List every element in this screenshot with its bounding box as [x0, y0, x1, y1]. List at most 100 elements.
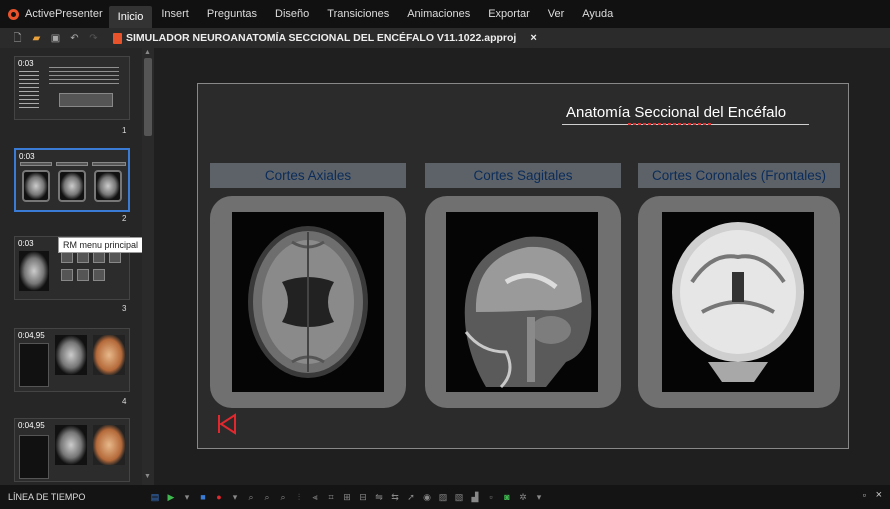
caption-icon[interactable]: ◙: [502, 492, 512, 502]
close-tab-icon[interactable]: ×: [530, 32, 536, 44]
slide-title[interactable]: Anatomía Seccional del Encéfalo: [566, 104, 786, 121]
crop-icon[interactable]: ⌗: [326, 492, 336, 502]
thumb-label: [92, 162, 126, 166]
document-tab-title: SIMULADOR NEUROANATOMÍA SECCIONAL DEL EN…: [126, 32, 517, 44]
more-dropdown-icon[interactable]: ▾: [534, 492, 544, 502]
label-cortes-coronales[interactable]: Cortes Coronales (Frontales): [638, 163, 840, 188]
marker-dropdown-icon[interactable]: ▾: [230, 492, 240, 502]
thumb-mini-button: [93, 269, 105, 281]
menu-insert[interactable]: Insert: [152, 0, 198, 28]
slide-number: 1: [122, 126, 127, 135]
cursor-icon[interactable]: ➚: [406, 492, 416, 502]
slide-thumbnail-1[interactable]: 0:03: [14, 56, 130, 120]
thumb-button: [59, 93, 113, 107]
zoom-out-icon[interactable]: ⌕: [278, 492, 288, 502]
zoom-fit-icon[interactable]: ⌕: [246, 492, 256, 502]
thumb-sagittal-image: [58, 170, 86, 202]
quick-access-toolbar: 🗋 ▰ ▣ ↶ ↷ SIMULADOR NEUROANATOMÍA SECCIO…: [0, 28, 890, 48]
label-cortes-sagitales[interactable]: Cortes Sagitales: [425, 163, 621, 188]
timeline-toolbar: ▤ ▶ ▾ ■ ● ▾ ⌕ ⌕ ⌕ ⫶ ⫷ ⌗ ⊞ ⊟ ⇋ ⇆ ➚ ◉ ▨ ▧ …: [150, 492, 550, 502]
document-tab[interactable]: SIMULADOR NEUROANATOMÍA SECCIONAL DEL EN…: [113, 32, 537, 44]
menu-exportar[interactable]: Exportar: [479, 0, 539, 28]
thumb-heading-block: [49, 67, 119, 87]
coronal-mri-image: [662, 212, 814, 392]
pin-panel-icon[interactable]: ▫: [863, 490, 866, 500]
activepresenter-logo-icon: [8, 8, 19, 20]
app-menu-button[interactable]: ActivePresenter: [0, 0, 109, 28]
redo-icon[interactable]: ↷: [88, 33, 99, 44]
thumb-sagittal-image: [19, 251, 49, 291]
zoom-in-icon[interactable]: ⌕: [262, 492, 272, 502]
timeline-bar: LÍNEA DE TIEMPO ▤ ▶ ▾ ■ ● ▾ ⌕ ⌕ ⌕ ⫶ ⫷ ⌗ …: [0, 485, 890, 509]
freeze-icon[interactable]: ⇆: [390, 492, 400, 502]
thumb-mini-button: [61, 269, 73, 281]
menu-transiciones[interactable]: Transiciones: [318, 0, 398, 28]
thumb-mini-button: [77, 269, 89, 281]
slide-number: 4: [122, 397, 127, 406]
menu-ver[interactable]: Ver: [539, 0, 574, 28]
fade-icon[interactable]: ▫: [486, 492, 496, 502]
thumb-axial-image: [22, 170, 50, 202]
axial-mri-image: [232, 212, 384, 392]
thumb-label: [56, 162, 88, 166]
slide-duration: 0:04,95: [18, 421, 45, 430]
thumb-label: [20, 162, 52, 166]
thumb-text-block: [19, 71, 39, 109]
slide-duration: 0:03: [18, 239, 34, 248]
sagittal-mri-image: [446, 212, 598, 392]
align-icon[interactable]: ⊟: [358, 492, 368, 502]
save-icon[interactable]: ▣: [50, 33, 61, 44]
spellcheck-underline: [628, 123, 713, 125]
scroll-down-icon[interactable]: ▼: [144, 473, 151, 480]
thumb-coronal-image: [94, 170, 122, 202]
volume-icon[interactable]: ▟: [470, 492, 480, 502]
back-triangle-icon[interactable]: [217, 413, 237, 435]
slide-thumbnail-2[interactable]: 0:03: [14, 148, 130, 212]
menu-ayuda[interactable]: Ayuda: [573, 0, 622, 28]
thumbnails-scrollbar[interactable]: ▲ ▼: [142, 48, 154, 485]
slide-thumbnail-5[interactable]: 0:04,95: [14, 418, 130, 482]
close-panel-icon[interactable]: ×: [876, 489, 882, 501]
join-icon[interactable]: ⊞: [342, 492, 352, 502]
menu-animaciones[interactable]: Animaciones: [398, 0, 479, 28]
split-icon[interactable]: ⫶: [294, 492, 304, 502]
undo-icon[interactable]: ↶: [69, 33, 80, 44]
cut-icon[interactable]: ⫷: [310, 492, 320, 502]
scroll-thumb[interactable]: [144, 58, 152, 136]
slide-thumbnail-4[interactable]: 0:04,95: [14, 328, 130, 392]
audio-icon[interactable]: ◉: [422, 492, 432, 502]
slide-number: 2: [122, 214, 127, 223]
slide-duration: 0:03: [19, 152, 35, 161]
thumb-text-panel: [19, 343, 49, 387]
play-icon[interactable]: ▶: [166, 492, 176, 502]
slide-duration: 0:04,95: [18, 331, 45, 340]
menu-preguntas[interactable]: Preguntas: [198, 0, 266, 28]
project-file-icon: [113, 32, 122, 44]
menu-diseno[interactable]: Diseño: [266, 0, 318, 28]
play-dropdown-icon[interactable]: ▾: [182, 492, 192, 502]
stop-icon[interactable]: ■: [198, 492, 208, 502]
image-alt-icon[interactable]: ▧: [454, 492, 464, 502]
speed-icon[interactable]: ⇋: [374, 492, 384, 502]
menu-inicio[interactable]: Inicio: [108, 6, 153, 28]
timeline-label: LÍNEA DE TIEMPO: [8, 492, 86, 502]
thumb-colored-image: [93, 335, 125, 375]
tooltip: RM menu principal: [58, 237, 144, 253]
marker-icon[interactable]: ●: [214, 492, 224, 502]
app-name: ActivePresenter: [25, 8, 103, 20]
slide-thumbnails-panel: 0:03 1 0:03 2 0:03 3 0:04,95 4 0:04,95 R…: [0, 48, 144, 485]
thumb-axial-image: [55, 425, 87, 465]
open-folder-icon[interactable]: ▰: [31, 33, 42, 44]
slide-duration: 0:03: [18, 59, 34, 68]
settings-icon[interactable]: ✲: [518, 492, 528, 502]
slide-number: 3: [122, 304, 127, 313]
scroll-up-icon[interactable]: ▲: [144, 49, 151, 56]
menu-bar: ActivePresenter Inicio Insert Preguntas …: [0, 0, 890, 28]
thumb-axial-image: [55, 335, 87, 375]
image-icon[interactable]: ▨: [438, 492, 448, 502]
record-icon[interactable]: ▤: [150, 492, 160, 502]
new-file-icon[interactable]: 🗋: [12, 33, 23, 44]
label-cortes-axiales[interactable]: Cortes Axiales: [210, 163, 406, 188]
thumb-text-panel: [19, 435, 49, 479]
thumb-colored-image: [93, 425, 125, 465]
